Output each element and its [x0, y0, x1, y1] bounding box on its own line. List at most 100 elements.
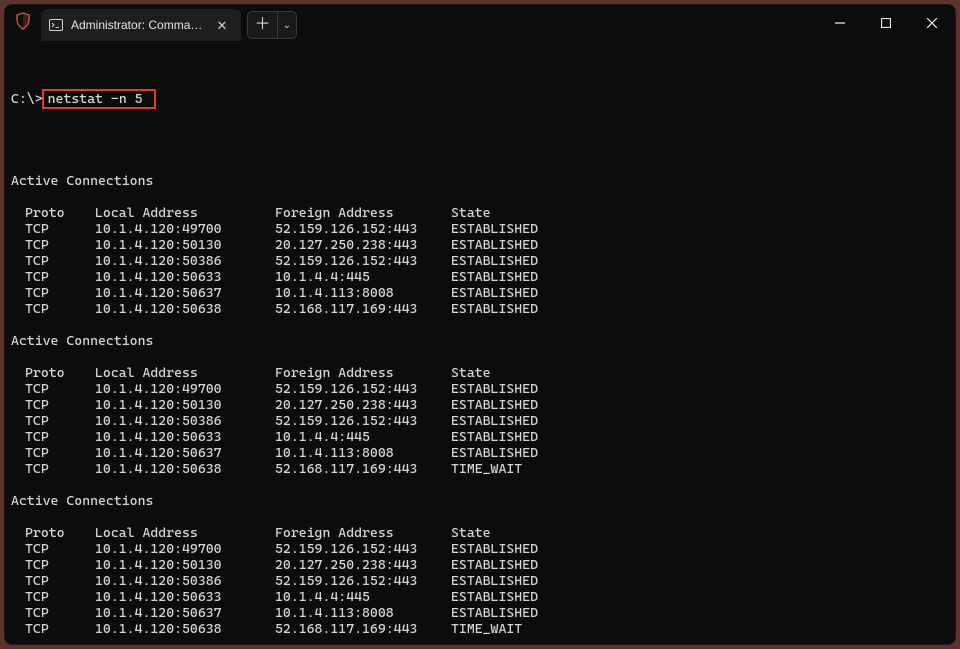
connection-row: TCP10.1.4.120:5038652.159.126.152:443EST… — [11, 253, 949, 269]
minimize-button[interactable] — [817, 5, 863, 41]
section-header: Active Connections — [11, 173, 949, 189]
cell-proto: TCP — [25, 301, 95, 317]
cell-proto: TCP — [25, 621, 95, 637]
connection-row: TCP10.1.4.120:5038652.159.126.152:443EST… — [11, 573, 949, 589]
cell-local: 10.1.4.120:50637 — [95, 605, 275, 621]
cell-foreign: 10.1.4.113:8008 — [275, 445, 451, 461]
terminal-icon — [49, 18, 63, 32]
cell-foreign: 52.168.117.169:443 — [275, 621, 451, 637]
column-header-local: Local Address — [95, 205, 275, 221]
connection-row: TCP10.1.4.120:5063310.1.4.4:445ESTABLISH… — [11, 429, 949, 445]
cell-local: 10.1.4.120:50638 — [95, 461, 275, 477]
maximize-button[interactable] — [863, 5, 909, 41]
cell-proto: TCP — [25, 461, 95, 477]
window-controls — [817, 5, 955, 41]
column-header-foreign: Foreign Address — [275, 205, 451, 221]
new-tab-dropdown-button[interactable]: ⌄ — [277, 11, 297, 39]
blank-line — [11, 189, 949, 205]
column-header-row: ProtoLocal AddressForeign AddressState — [11, 525, 949, 541]
prompt-prefix: C:\> — [11, 91, 43, 107]
cell-foreign: 20.127.250.238:443 — [275, 557, 451, 573]
cell-proto: TCP — [25, 397, 95, 413]
connection-row: TCP10.1.4.120:4970052.159.126.152:443EST… — [11, 381, 949, 397]
cell-state: ESTABLISHED — [451, 605, 949, 621]
connection-row: TCP10.1.4.120:4970052.159.126.152:443EST… — [11, 541, 949, 557]
cell-foreign: 52.159.126.152:443 — [275, 573, 451, 589]
cell-local: 10.1.4.120:50637 — [95, 445, 275, 461]
blank-line — [11, 317, 949, 333]
tab-close-button[interactable]: ✕ — [213, 16, 231, 34]
cell-proto: TCP — [25, 557, 95, 573]
cell-proto: TCP — [25, 413, 95, 429]
cell-proto: TCP — [25, 605, 95, 621]
connection-row: TCP10.1.4.120:5038652.159.126.152:443EST… — [11, 413, 949, 429]
close-window-button[interactable] — [909, 5, 955, 41]
cell-local: 10.1.4.120:49700 — [95, 381, 275, 397]
cell-foreign: 10.1.4.113:8008 — [275, 285, 451, 301]
cell-state: ESTABLISHED — [451, 541, 949, 557]
prompt-line: C:\> netstat -n 5 — [11, 89, 949, 109]
cell-foreign: 10.1.4.4:445 — [275, 429, 451, 445]
blank-line — [11, 349, 949, 365]
connection-row: TCP10.1.4.120:5063710.1.4.113:8008ESTABL… — [11, 605, 949, 621]
connection-row: TCP10.1.4.120:5013020.127.250.238:443EST… — [11, 397, 949, 413]
blank-line — [11, 477, 949, 493]
cell-local: 10.1.4.120:50638 — [95, 621, 275, 637]
connection-row: TCP10.1.4.120:5013020.127.250.238:443EST… — [11, 557, 949, 573]
tab-active[interactable]: Administrator: Command Pro ✕ — [41, 9, 241, 41]
cell-state: ESTABLISHED — [451, 397, 949, 413]
terminal-window: Administrator: Command Pro ✕ ＋ ⌄ C:\> net… — [4, 4, 956, 645]
cell-local: 10.1.4.120:50386 — [95, 253, 275, 269]
column-header-state: State — [451, 205, 949, 221]
column-header-foreign: Foreign Address — [275, 365, 451, 381]
column-header-local: Local Address — [95, 525, 275, 541]
titlebar-drag-region[interactable] — [297, 5, 817, 41]
section-header: Active Connections — [11, 333, 949, 349]
cell-proto: TCP — [25, 269, 95, 285]
cell-local: 10.1.4.120:49700 — [95, 221, 275, 237]
column-header-proto: Proto — [25, 525, 95, 541]
terminal-body[interactable]: C:\> netstat -n 5 Active Connections Proto… — [5, 41, 955, 644]
column-header-proto: Proto — [25, 365, 95, 381]
cell-state: ESTABLISHED — [451, 221, 949, 237]
cell-state: ESTABLISHED — [451, 253, 949, 269]
cell-foreign: 52.159.126.152:443 — [275, 253, 451, 269]
tab-actions: ＋ ⌄ — [247, 5, 297, 41]
cell-local: 10.1.4.120:50638 — [95, 301, 275, 317]
cell-proto: TCP — [25, 573, 95, 589]
cell-proto: TCP — [25, 445, 95, 461]
new-tab-button[interactable]: ＋ — [247, 11, 277, 39]
section-header: Active Connections — [11, 493, 949, 509]
cell-proto: TCP — [25, 253, 95, 269]
connection-row: TCP10.1.4.120:5063310.1.4.4:445ESTABLISH… — [11, 589, 949, 605]
connection-row: TCP10.1.4.120:5063310.1.4.4:445ESTABLISH… — [11, 269, 949, 285]
cell-state: ESTABLISHED — [451, 301, 949, 317]
cell-proto: TCP — [25, 381, 95, 397]
cell-foreign: 52.159.126.152:443 — [275, 541, 451, 557]
cell-foreign: 52.168.117.169:443 — [275, 301, 451, 317]
blank-line — [11, 157, 949, 173]
cell-local: 10.1.4.120:50386 — [95, 573, 275, 589]
command-text: netstat -n 5 — [48, 91, 143, 107]
cell-state: ESTABLISHED — [451, 445, 949, 461]
column-header-proto: Proto — [25, 205, 95, 221]
connection-row: TCP10.1.4.120:5013020.127.250.238:443EST… — [11, 237, 949, 253]
uac-shield-slot — [5, 5, 41, 41]
cell-local: 10.1.4.120:50633 — [95, 429, 275, 445]
cell-local: 10.1.4.120:50633 — [95, 589, 275, 605]
connection-row: TCP10.1.4.120:5063710.1.4.113:8008ESTABL… — [11, 445, 949, 461]
cell-state: ESTABLISHED — [451, 429, 949, 445]
cell-local: 10.1.4.120:50386 — [95, 413, 275, 429]
cell-foreign: 10.1.4.113:8008 — [275, 605, 451, 621]
cell-foreign: 10.1.4.4:445 — [275, 269, 451, 285]
cell-local: 10.1.4.120:50130 — [95, 237, 275, 253]
cell-state: ESTABLISHED — [451, 269, 949, 285]
column-header-row: ProtoLocal AddressForeign AddressState — [11, 205, 949, 221]
cell-foreign: 20.127.250.238:443 — [275, 237, 451, 253]
cell-foreign: 52.168.117.169:443 — [275, 461, 451, 477]
cell-proto: TCP — [25, 429, 95, 445]
cell-proto: TCP — [25, 541, 95, 557]
connection-row: TCP10.1.4.120:5063852.168.117.169:443TIM… — [11, 621, 949, 637]
column-header-row: ProtoLocal AddressForeign AddressState — [11, 365, 949, 381]
cell-state: ESTABLISHED — [451, 557, 949, 573]
